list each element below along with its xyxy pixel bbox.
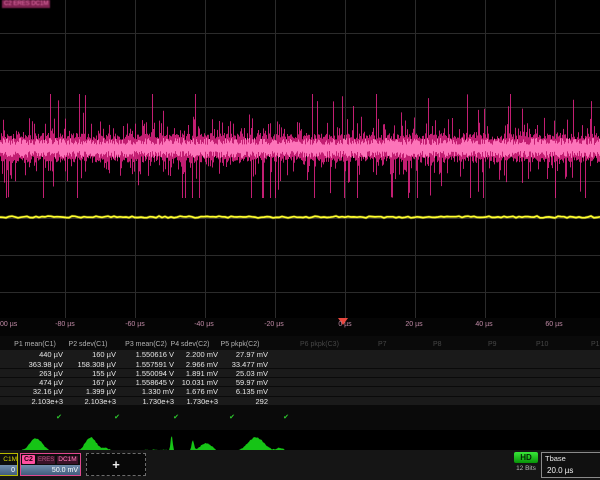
- c1-flat-trace: [0, 216, 600, 218]
- param-header-p2[interactable]: P2 sdev(C1): [58, 341, 118, 348]
- param-header-inactive[interactable]: P7: [378, 341, 387, 348]
- status-check-icon: ✔: [114, 413, 120, 421]
- status-check-icon: ✔: [283, 413, 289, 421]
- bottom-bar: C1M 0 mV C2 ERES DC1M 50.0 mV + HD 12 Bi…: [0, 450, 600, 480]
- channel-c2-descriptor-box[interactable]: C2 ERES DC1M 50.0 mV: [20, 453, 81, 476]
- tbase-scale-value: 20.0 µs: [547, 466, 573, 475]
- measure-value-p5-row5: 6.135 mV: [196, 387, 268, 396]
- waveform-traces: [0, 0, 600, 318]
- c1-scale-value: 0 mV: [0, 465, 17, 476]
- measure-value-p5-row1: 27.97 mV: [196, 350, 268, 359]
- oscilloscope-screen: C2 ERES DC1M 00 µs -80 µs -60 µs -40 µs -20 …: [0, 0, 600, 480]
- param-header-inactive[interactable]: P1: [591, 341, 600, 348]
- status-check-icon: ✔: [229, 413, 235, 421]
- time-axis-label: 60 µs: [545, 321, 562, 328]
- time-axis-label: -20 µs: [264, 321, 284, 328]
- waveform-grid[interactable]: C2 ERES DC1M: [0, 0, 600, 318]
- time-axis-label: 00 µs: [0, 321, 17, 328]
- c2-scale-value: 50.0 mV: [21, 465, 80, 476]
- timebase-descriptor-box[interactable]: Tbase 20.0 µs: [541, 452, 600, 478]
- c2-descriptor-top: C2 ERES DC1M: [21, 454, 80, 465]
- tbase-label: Tbase: [545, 454, 566, 463]
- time-axis-label: -40 µs: [194, 321, 214, 328]
- hd-bits-label: 12 Bits: [512, 465, 540, 472]
- measurement-table: P1 mean(C1)440 µV363.98 µV263 µV474 µV32…: [0, 336, 600, 430]
- time-axis-label: 20 µs: [405, 321, 422, 328]
- c2-channel-badge: C2: [22, 455, 35, 464]
- param-header-p1[interactable]: P1 mean(C1): [5, 341, 65, 348]
- time-axis-label: 0 µs: [338, 321, 351, 328]
- param-header-inactive[interactable]: P8: [433, 341, 442, 348]
- measure-value-p5-row6: 292: [196, 397, 268, 406]
- c2-eres-filter-label: ERES: [37, 456, 55, 464]
- measure-value-p5-row3: 25.03 mV: [196, 369, 268, 378]
- param-header-p5[interactable]: P5 pkpk(C2): [210, 341, 270, 348]
- param-header-inactive[interactable]: P10: [536, 341, 548, 348]
- time-axis-label: 40 µs: [475, 321, 492, 328]
- hd-mode-badge[interactable]: HD: [514, 452, 538, 463]
- param-header-inactive[interactable]: P6 pkpk(C3): [300, 341, 339, 348]
- c2-coupling-label: DC1M: [57, 456, 77, 464]
- time-axis-label: -80 µs: [55, 321, 75, 328]
- status-check-icon: ✔: [56, 413, 62, 421]
- status-check-icon: ✔: [173, 413, 179, 421]
- channel-c1-descriptor-box[interactable]: C1M 0 mV: [0, 453, 18, 476]
- time-axis: 00 µs -80 µs -60 µs -40 µs -20 µs 0 µs 20 µs 40…: [0, 318, 600, 336]
- c1-descriptor-top: C1M: [0, 454, 17, 465]
- c1-coupling-label: C1M: [3, 456, 17, 463]
- add-trace-button[interactable]: +: [86, 453, 146, 476]
- measure-value-p5-row4: 59.97 mV: [196, 378, 268, 387]
- time-axis-label: -60 µs: [125, 321, 145, 328]
- param-header-inactive[interactable]: P9: [488, 341, 497, 348]
- measure-value-p5-row2: 33.477 mV: [196, 360, 268, 369]
